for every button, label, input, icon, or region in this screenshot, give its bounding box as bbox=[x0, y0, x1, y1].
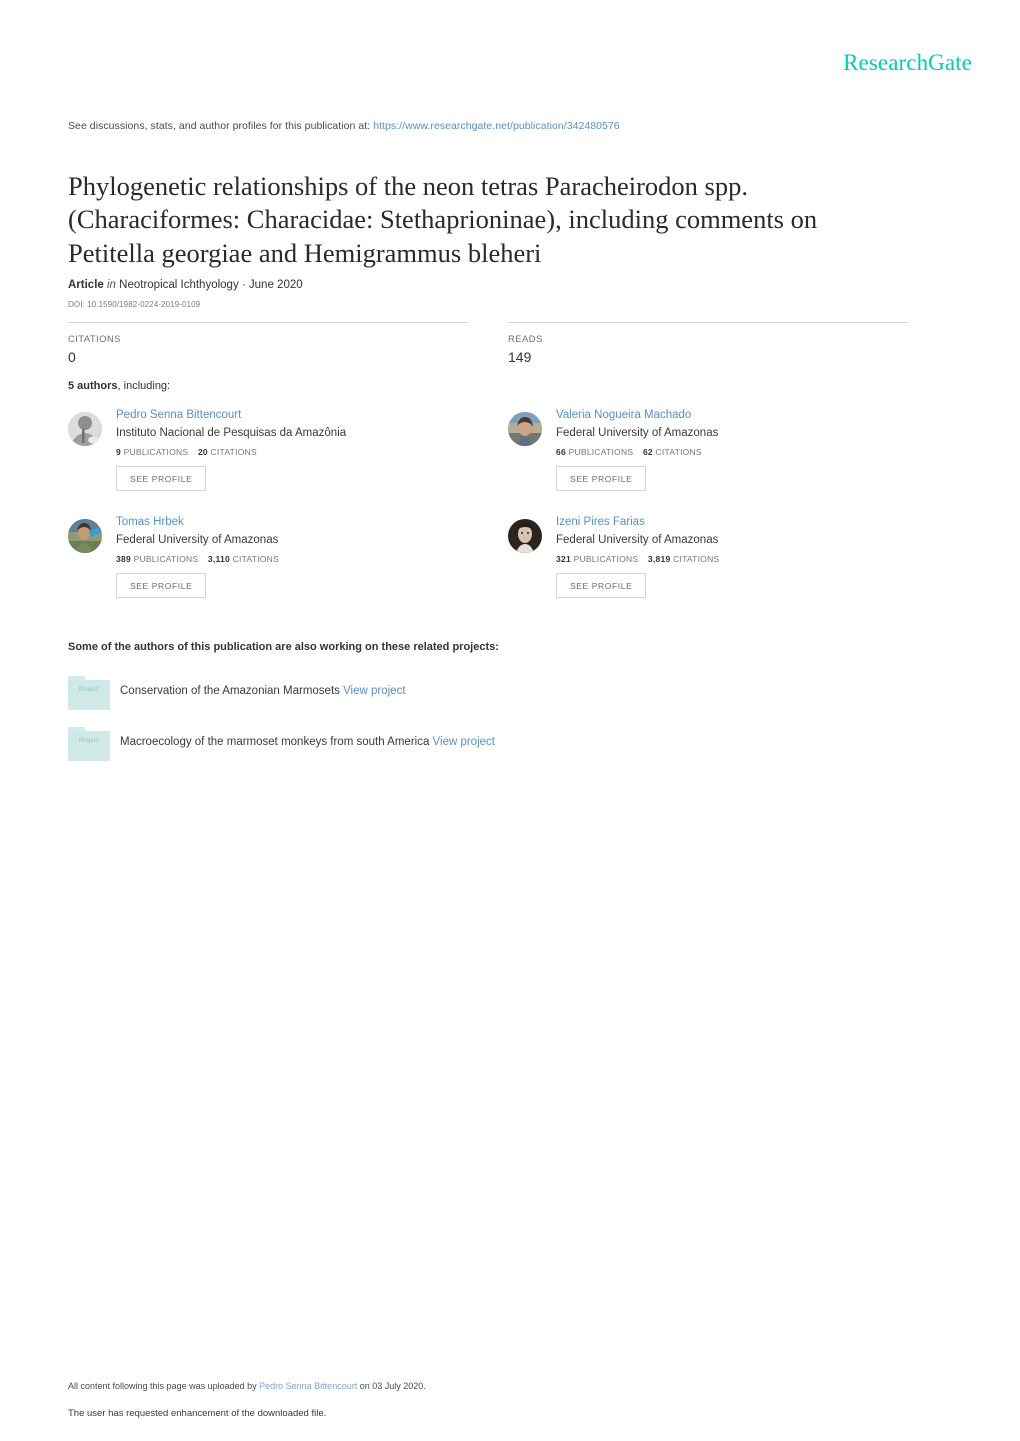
see-profile-button[interactable]: SEE PROFILE bbox=[556, 573, 647, 598]
authors-count-heading: 5 authors, including: bbox=[68, 380, 170, 392]
citations-label: CITATIONS bbox=[232, 554, 279, 564]
author-publications-count: 9 bbox=[116, 447, 121, 457]
citations-label: CITATIONS bbox=[210, 447, 257, 457]
researchgate-cover-page: { "brand": { "logo_text": "ResearchGate"… bbox=[0, 0, 1020, 1441]
journal-and-date: Neotropical Ichthyology · June 2020 bbox=[119, 279, 303, 291]
see-profile-button[interactable]: SEE PROFILE bbox=[556, 466, 647, 491]
uploader-link[interactable]: Pedro Senna Bittencourt bbox=[259, 1381, 357, 1391]
avatar[interactable] bbox=[68, 519, 102, 553]
author-name-link[interactable]: Valeria Nogueira Machado bbox=[556, 408, 918, 423]
publication-type-label: Article bbox=[68, 279, 104, 291]
author-publications-count: 389 bbox=[116, 554, 131, 564]
author-affiliation: Federal University of Amazonas bbox=[556, 427, 719, 439]
project-row: Project Conservation of the Amazonian Ma… bbox=[68, 676, 768, 716]
see-profile-button[interactable]: SEE PROFILE bbox=[116, 573, 207, 598]
project-text: Conservation of the Amazonian Marmosets … bbox=[120, 685, 406, 697]
project-title: Conservation of the Amazonian Marmosets bbox=[120, 685, 340, 697]
authors-count: 5 authors bbox=[68, 380, 118, 392]
project-folder-label: Project bbox=[78, 738, 100, 744]
author-affiliation: Federal University of Amazonas bbox=[116, 534, 279, 546]
researchgate-logo[interactable]: ResearchGate bbox=[843, 50, 972, 76]
project-title: Macroecology of the marmoset monkeys fro… bbox=[120, 736, 430, 748]
author-citations-count: 3,819 bbox=[647, 554, 671, 564]
citations-label: CITATIONS bbox=[673, 554, 720, 564]
publications-label: PUBLICATIONS bbox=[123, 447, 189, 457]
related-projects-heading: Some of the authors of this publication … bbox=[68, 641, 499, 653]
article-meta: Article in Neotropical Ichthyology · Jun… bbox=[68, 279, 303, 291]
publications-label: PUBLICATIONS bbox=[573, 554, 639, 564]
author-affiliation: Federal University of Amazonas bbox=[556, 534, 719, 546]
author-name-link[interactable]: Tomas Hrbek bbox=[116, 515, 478, 530]
author-citations-count: 3,110 bbox=[207, 554, 230, 564]
avatar[interactable] bbox=[68, 412, 102, 446]
enhancement-note: The user has requested enhancement of th… bbox=[68, 1408, 327, 1419]
view-project-link[interactable]: View project bbox=[343, 685, 405, 697]
author-affiliation: Instituto Nacional de Pesquisas da Amazô… bbox=[116, 427, 347, 439]
publications-label: PUBLICATIONS bbox=[568, 447, 634, 457]
author-citations-count: 20 bbox=[197, 447, 208, 457]
publication-url-link[interactable]: https://www.researchgate.net/publication… bbox=[373, 120, 620, 132]
author-details: Valeria Nogueira Machado Federal Univers… bbox=[556, 408, 918, 491]
project-folder-icon: Project bbox=[68, 727, 110, 761]
doi-text: DOI: 10.1590/1982-0224-2019-0109 bbox=[68, 300, 201, 309]
author-stats: 321 PUBLICATIONS 3,819 CITATIONS bbox=[556, 554, 918, 564]
author-details: Pedro Senna Bittencourt Instituto Nacion… bbox=[116, 408, 478, 491]
page-title: Phylogenetic relationships of the neon t… bbox=[68, 170, 818, 268]
brand-header: ResearchGate bbox=[843, 50, 972, 76]
author-name-link[interactable]: Pedro Senna Bittencourt bbox=[116, 408, 478, 423]
author-card: Valeria Nogueira Machado Federal Univers… bbox=[508, 408, 918, 491]
author-publications-count: 66 bbox=[556, 447, 566, 457]
publication-type-connector: in bbox=[107, 279, 116, 291]
upload-suffix: on 03 July 2020. bbox=[359, 1381, 426, 1391]
author-citations-count: 62 bbox=[642, 447, 653, 457]
author-details: Izeni Pires Farias Federal University of… bbox=[556, 515, 918, 598]
divider-right bbox=[508, 322, 908, 323]
citations-stat-column: CITATIONS 0 bbox=[68, 322, 468, 365]
view-project-link[interactable]: View project bbox=[433, 736, 495, 748]
project-folder-icon: Project bbox=[68, 676, 110, 710]
author-name-link[interactable]: Izeni Pires Farias bbox=[556, 515, 918, 530]
upload-prefix: All content following this page was uplo… bbox=[68, 1381, 257, 1391]
project-row: Project Macroecology of the marmoset mon… bbox=[68, 727, 768, 767]
author-card: Tomas Hrbek Federal University of Amazon… bbox=[68, 515, 478, 598]
publications-label: PUBLICATIONS bbox=[133, 554, 199, 564]
discussions-line: See discussions, stats, and author profi… bbox=[68, 120, 620, 132]
see-profile-button[interactable]: SEE PROFILE bbox=[116, 466, 207, 491]
upload-attribution: All content following this page was uplo… bbox=[68, 1381, 426, 1391]
reads-stat-column: READS 149 bbox=[508, 322, 908, 365]
avatar[interactable] bbox=[508, 519, 542, 553]
author-publications-count: 321 bbox=[556, 554, 571, 564]
author-stats: 389 PUBLICATIONS 3,110 CITATIONS bbox=[116, 554, 478, 564]
author-details: Tomas Hrbek Federal University of Amazon… bbox=[116, 515, 478, 598]
author-stats: 9 PUBLICATIONS 20 CITATIONS bbox=[116, 447, 478, 457]
citations-label: CITATIONS bbox=[655, 447, 702, 457]
author-stats: 66 PUBLICATIONS 62 CITATIONS bbox=[556, 447, 918, 457]
reads-value: 149 bbox=[508, 349, 532, 365]
citations-label: CITATIONS bbox=[68, 334, 121, 345]
reads-label: READS bbox=[508, 334, 543, 345]
author-card: Pedro Senna Bittencourt Instituto Nacion… bbox=[68, 408, 478, 491]
citations-value: 0 bbox=[68, 349, 76, 365]
authors-count-suffix: , including: bbox=[117, 380, 171, 392]
discussions-prefix: See discussions, stats, and author profi… bbox=[68, 120, 371, 132]
divider-left bbox=[68, 322, 468, 323]
author-card: Izeni Pires Farias Federal University of… bbox=[508, 515, 918, 598]
project-text: Macroecology of the marmoset monkeys fro… bbox=[120, 736, 495, 748]
project-folder-label: Project bbox=[78, 687, 100, 693]
avatar[interactable] bbox=[508, 412, 542, 446]
